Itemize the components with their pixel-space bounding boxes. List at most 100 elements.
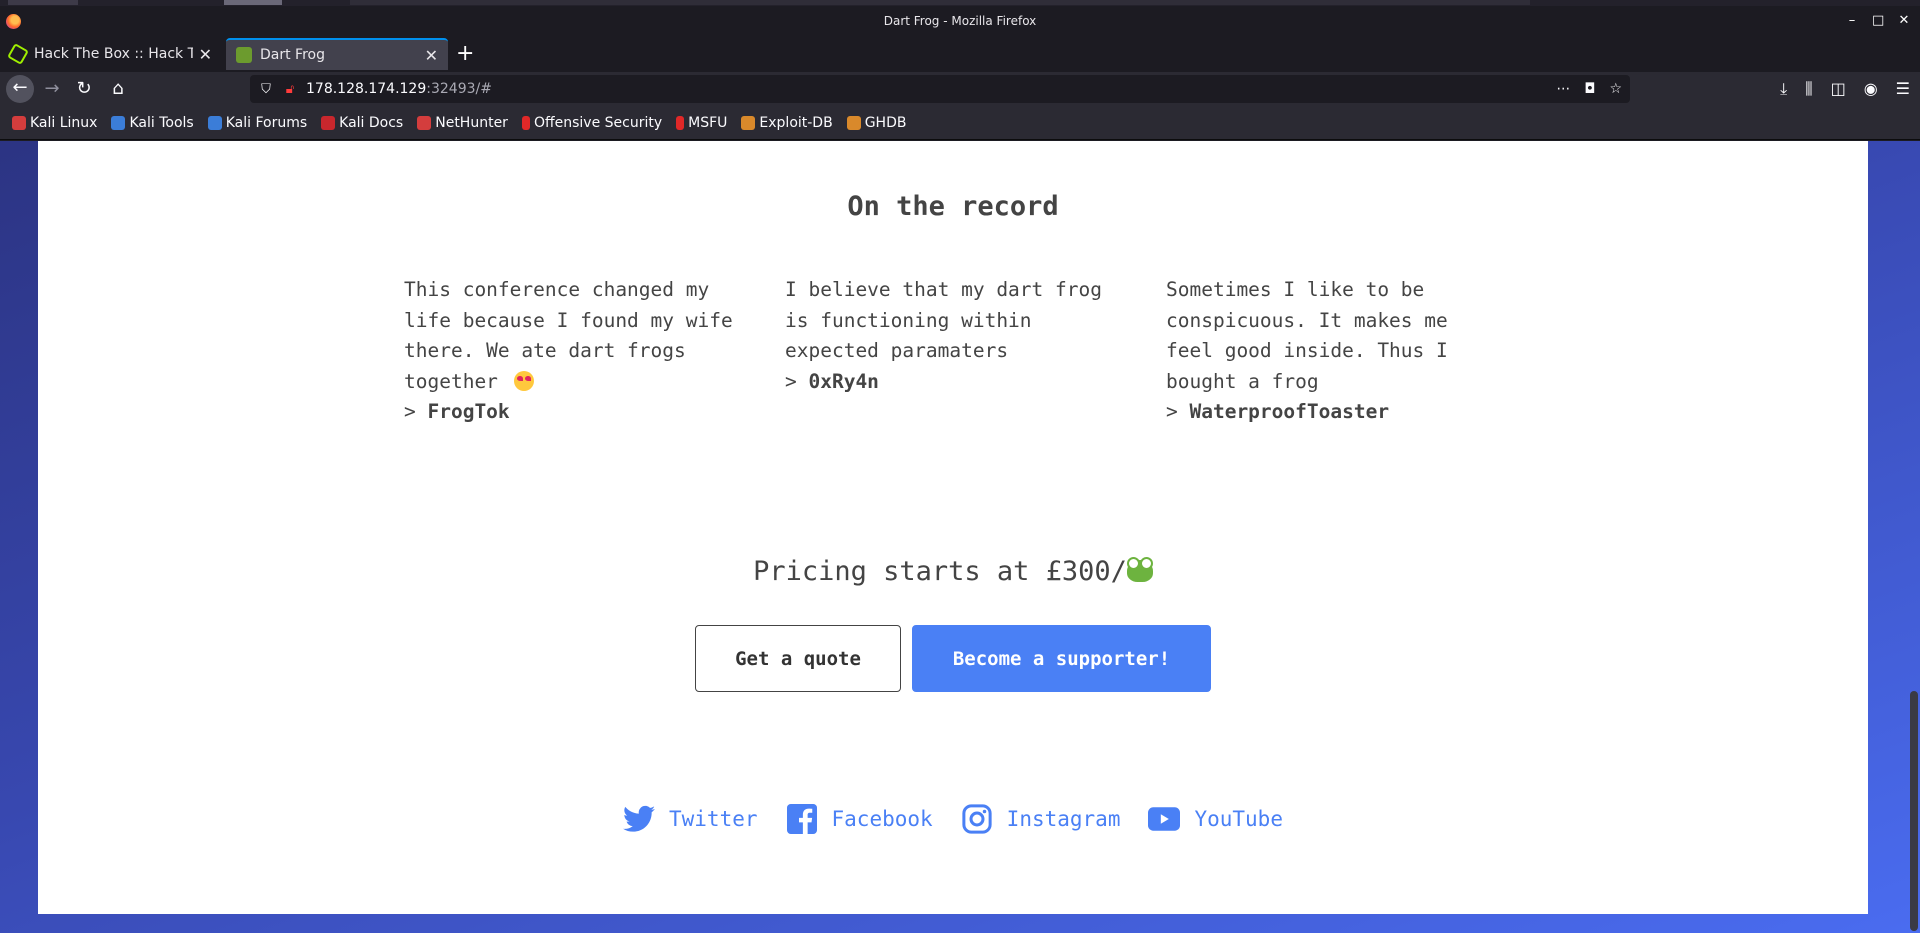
maximize-icon[interactable]: □ <box>1872 6 1884 36</box>
social-label: Facebook <box>831 807 933 831</box>
forward-arrow-icon[interactable]: → <box>38 76 66 102</box>
testimonial: Sometimes I like to be conspicuous. It m… <box>1166 275 1506 428</box>
kali-icon <box>12 115 26 130</box>
home-icon[interactable]: ⌂ <box>104 76 132 102</box>
back-arrow-icon[interactable]: ← <box>6 75 34 103</box>
heart-eyes-emoji-icon <box>513 370 534 391</box>
bookmark-label: Kali Tools <box>129 114 194 131</box>
tab-label: Dart Frog <box>260 47 325 63</box>
ghdb-icon <box>846 115 861 130</box>
youtube-link[interactable]: YouTube <box>1148 803 1283 835</box>
get-quote-button[interactable]: Get a quote <box>695 625 901 692</box>
kali-tools-icon <box>111 115 126 130</box>
pricing-text: Pricing starts at £300/ <box>38 556 1868 587</box>
bookmark-label: NetHunter <box>435 114 508 131</box>
bookmark-label: Exploit-DB <box>759 114 833 131</box>
testimonial-quote: I believe that my dart frog is functioni… <box>785 278 1102 362</box>
tab-hackthebox[interactable]: Hack The Box :: Hack The Box ✕ <box>0 38 222 70</box>
url-host: 178.128.174.129 <box>306 81 427 97</box>
taskbar-active-item <box>224 0 282 5</box>
testimonial-quote: Sometimes I like to be conspicuous. It m… <box>1166 278 1448 393</box>
bookmark-ghdb[interactable]: GHDB <box>846 114 907 131</box>
scrollbar-thumb[interactable] <box>1910 691 1918 931</box>
minimize-icon[interactable]: – <box>1846 6 1858 36</box>
close-tab-icon[interactable]: ✕ <box>199 45 212 64</box>
bookmark-exploit-db[interactable]: Exploit-DB <box>741 114 833 131</box>
kali-forums-icon <box>207 115 222 130</box>
frog-favicon-icon <box>236 47 252 63</box>
sidebar-icon[interactable]: ◫ <box>1831 76 1846 102</box>
instagram-link[interactable]: Instagram <box>961 803 1121 835</box>
bookmark-kali-tools[interactable]: Kali Tools <box>111 114 194 131</box>
window-title: Dart Frog - Mozilla Firefox <box>883 14 1037 28</box>
social-label: Instagram <box>1006 807 1121 831</box>
social-label: Twitter <box>669 807 758 831</box>
navigation-toolbar: ← → ↻ ⌂ ⛉ 🔓︎ 178.128.174.129:32493/# ⋯ ◘… <box>0 72 1920 106</box>
bookmark-nethunter[interactable]: NetHunter <box>417 115 508 131</box>
testimonial-author: FrogTok <box>427 400 510 423</box>
testimonial-author: 0xRy4n <box>808 369 879 393</box>
testimonial-author: WaterproofToaster <box>1189 400 1390 423</box>
bookmark-msfu[interactable]: MSFU <box>676 115 727 131</box>
bookmark-label: Offensive Security <box>533 114 663 131</box>
window-titlebar: Dart Frog - Mozilla Firefox – □ ✕ <box>0 6 1920 36</box>
author-prefix: > <box>1166 400 1190 423</box>
pocket-icon[interactable]: ◘ <box>1584 81 1595 97</box>
testimonial-quote: This conference changed my life because … <box>404 278 733 393</box>
offsec-icon <box>521 115 530 130</box>
reload-icon[interactable]: ↻ <box>70 76 98 102</box>
bookmark-offensive-security[interactable]: Offensive Security <box>521 114 663 131</box>
tab-strip: Hack The Box :: Hack The Box ✕ Dart Frog… <box>0 36 1920 72</box>
bookmark-label: GHDB <box>864 114 907 131</box>
menu-icon[interactable]: ☰ <box>1896 76 1910 102</box>
account-icon[interactable]: ◉ <box>1864 76 1878 102</box>
url-path: :32493/# <box>426 81 492 97</box>
tracking-shield-icon[interactable]: ⛉ <box>258 82 274 97</box>
taskbar-window-list <box>350 0 1530 5</box>
page-actions-icon[interactable]: ⋯ <box>1556 81 1570 97</box>
bookmark-label: Kali Docs <box>339 114 404 131</box>
testimonial: I believe that my dart frog is functioni… <box>785 275 1125 397</box>
downloads-icon[interactable]: ⤓ <box>1780 76 1787 102</box>
msfu-icon <box>676 115 685 130</box>
facebook-icon <box>786 803 818 835</box>
youtube-icon <box>1148 803 1181 835</box>
insecure-lock-icon[interactable]: 🔓︎ <box>282 82 298 97</box>
nethunter-icon <box>417 115 432 130</box>
become-supporter-button[interactable]: Become a supporter! <box>912 625 1211 692</box>
twitter-link[interactable]: Twitter <box>623 803 758 835</box>
facebook-link[interactable]: Facebook <box>786 803 933 835</box>
pricing-label: Pricing starts at £300/ <box>753 556 1127 587</box>
close-tab-icon[interactable]: ✕ <box>425 46 438 65</box>
social-links: Twitter Facebook Instagram YouTube <box>38 803 1868 835</box>
author-prefix: > <box>404 400 428 423</box>
exploitdb-icon <box>741 115 756 130</box>
library-icon[interactable]: ⫼ <box>1805 76 1812 102</box>
kali-docs-icon <box>321 115 336 130</box>
frog-emoji-icon <box>1126 557 1153 582</box>
tab-label: Hack The Box :: Hack The Box <box>34 46 193 62</box>
firefox-logo-icon <box>6 14 21 29</box>
section-title: On the record <box>847 191 1059 222</box>
twitter-icon <box>623 803 655 835</box>
tab-dart-frog[interactable]: Dart Frog ✕ <box>226 38 448 70</box>
bookmark-kali-docs[interactable]: Kali Docs <box>321 115 403 131</box>
bookmark-kali-linux[interactable]: Kali Linux <box>12 115 97 131</box>
bookmark-label: Kali Forums <box>225 114 308 131</box>
hackthebox-favicon-icon <box>7 43 29 65</box>
bookmark-label: Kali Linux <box>30 114 98 131</box>
author-prefix: > <box>785 369 809 393</box>
page-content: On the record This conference changed my… <box>38 141 1868 914</box>
social-label: YouTube <box>1194 807 1283 831</box>
page-scrollbar[interactable] <box>1908 141 1920 933</box>
testimonial: This conference changed my life because … <box>404 275 744 428</box>
instagram-icon <box>961 803 993 835</box>
bookmark-label: MSFU <box>688 114 728 131</box>
bookmark-kali-forums[interactable]: Kali Forums <box>207 114 308 131</box>
taskbar-items <box>8 0 78 5</box>
url-bar[interactable]: ⛉ 🔓︎ 178.128.174.129:32493/# ⋯ ◘ ☆ <box>250 75 1630 103</box>
close-window-icon[interactable]: ✕ <box>1898 6 1910 36</box>
bookmarks-toolbar: Kali Linux Kali Tools Kali Forums Kali D… <box>0 106 1920 140</box>
bookmark-star-icon[interactable]: ☆ <box>1609 81 1622 97</box>
new-tab-icon[interactable]: + <box>456 40 474 68</box>
